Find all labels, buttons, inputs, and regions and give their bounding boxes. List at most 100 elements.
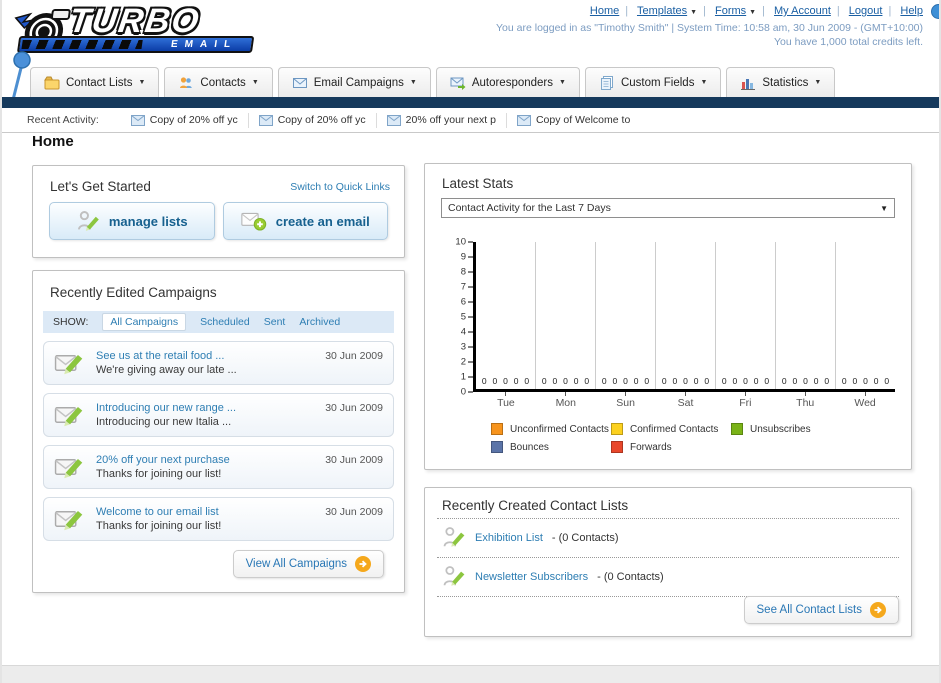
tab-autoresponders[interactable]: Autoresponders ▼: [435, 67, 580, 97]
see-all-contact-lists-button[interactable]: See All Contact Lists: [743, 596, 899, 624]
nav-separator: |: [703, 5, 706, 17]
filter-all-campaigns[interactable]: All Campaigns: [102, 313, 187, 331]
bar-value-label: 0: [612, 376, 618, 386]
nav-templates-link[interactable]: Templates ▼: [637, 5, 697, 17]
campaign-title-link[interactable]: 20% off your next purchase: [96, 454, 230, 466]
filter-sent[interactable]: Sent: [264, 316, 286, 328]
campaign-subtitle: Thanks for joining our list!: [96, 520, 222, 532]
contact-list-item[interactable]: Exhibition List - (0 Contacts): [437, 518, 899, 557]
chevron-down-icon: ▼: [251, 79, 259, 86]
contact-list-name-link[interactable]: Exhibition List: [475, 532, 543, 544]
nav-my-account-link[interactable]: My Account: [774, 5, 831, 17]
show-label: SHOW:: [53, 316, 89, 328]
nav-logout-link[interactable]: Logout: [849, 5, 883, 17]
y-tick: 5: [461, 312, 473, 323]
contact-lists-title: Recently Created Contact Lists: [442, 498, 629, 513]
contacts-icon: [178, 75, 194, 91]
x-axis-label: Wed: [835, 392, 895, 409]
tab-statistics[interactable]: Statistics ▼: [726, 67, 836, 97]
bar-value-label: 0: [683, 376, 688, 386]
recent-activity-item[interactable]: Copy of 20% off yc: [249, 112, 377, 128]
turbo-email-logo[interactable]: TURBO EMAIL: [6, 2, 275, 56]
contact-list-item[interactable]: Newsletter Subscribers - (0 Contacts): [437, 557, 899, 596]
contact-list-items: Exhibition List - (0 Contacts) Newslette…: [437, 518, 899, 597]
campaign-title-link[interactable]: See us at the retail food ...: [96, 350, 224, 362]
campaign-item[interactable]: Welcome to our email list Thanks for joi…: [43, 497, 394, 541]
switch-to-quick-links[interactable]: Switch to Quick Links: [290, 181, 390, 193]
bar-value-label: 0: [852, 376, 858, 386]
legend-item: Unsubscribes: [731, 423, 891, 435]
campaign-subtitle: We're giving away our late ...: [96, 364, 237, 376]
tab-contact-lists[interactable]: Contact Lists ▼: [30, 67, 160, 97]
chart-day-group: 00000: [535, 242, 595, 389]
legend-swatch: [611, 441, 623, 453]
chart-day-group: 00000: [655, 242, 715, 389]
x-axis-label: Sun: [596, 392, 656, 409]
bar-value-label: 0: [813, 376, 819, 386]
campaign-title-link[interactable]: Introducing our new range ...: [96, 402, 236, 414]
chart-plot-area: 00000000000000000000000000000000000: [473, 242, 895, 392]
bar-value-label: 0: [803, 376, 808, 386]
tab-custom-fields[interactable]: Custom Fields ▼: [584, 67, 722, 97]
y-tick: 0: [461, 387, 473, 398]
chart-day-group: 00000: [595, 242, 655, 389]
bar-value-label: 0: [732, 376, 738, 386]
help-bubble-icon[interactable]: [931, 4, 939, 19]
tab-email-campaigns[interactable]: Email Campaigns ▼: [277, 67, 431, 97]
nav-separator: |: [836, 5, 840, 17]
contact-list-name-link[interactable]: Newsletter Subscribers: [475, 571, 588, 583]
create-an-email-button[interactable]: create an email: [222, 202, 388, 240]
filter-scheduled[interactable]: Scheduled: [200, 316, 250, 328]
filter-archived[interactable]: Archived: [299, 316, 340, 328]
bar-value-label: 0: [481, 376, 487, 386]
campaign-title-link[interactable]: Welcome to our email list: [96, 506, 219, 518]
campaign-date: 30 Jun 2009: [325, 402, 383, 414]
view-all-campaigns-button[interactable]: View All Campaigns: [232, 550, 384, 578]
x-axis-label: Thu: [775, 392, 835, 409]
chart-y-axis: 10 9 8 7 6 5 4 3 2 1 0: [447, 237, 473, 398]
manage-lists-button[interactable]: manage lists: [49, 202, 215, 240]
chart-x-labels: Tue Mon Sun Sat Fri Thu Wed: [476, 392, 895, 409]
y-tick: 1: [461, 372, 473, 383]
envelope-plus-icon: [241, 210, 267, 232]
envelope-icon: [258, 114, 273, 126]
bar-value-label: 0: [601, 376, 607, 386]
bar-chart-icon: [740, 75, 756, 91]
chart-day-group: 00000: [775, 242, 835, 389]
bar-value-label: 0: [563, 376, 568, 386]
tab-contacts[interactable]: Contacts ▼: [164, 67, 273, 97]
campaign-item[interactable]: See us at the retail food ... We're givi…: [43, 341, 394, 385]
contact-list-count: - (0 Contacts): [551, 532, 619, 544]
nav-forms-link[interactable]: Forms ▼: [715, 5, 756, 17]
envelope-pencil-icon: [54, 454, 86, 480]
envelope-pencil-icon: [54, 402, 86, 428]
envelope-icon: [516, 114, 531, 126]
stats-report-select[interactable]: Contact Activity for the Last 7 Days ▼: [441, 198, 895, 218]
bar-value-label: 0: [704, 376, 710, 386]
recent-activity-item[interactable]: Copy of Welcome to: [507, 113, 640, 128]
nav-separator: |: [762, 5, 765, 17]
bar-value-label: 0: [721, 376, 727, 386]
bar-value-label: 0: [672, 376, 678, 386]
legend-item: Unconfirmed Contacts: [491, 423, 611, 435]
y-tick: 8: [461, 267, 473, 278]
bar-value-label: 0: [693, 376, 699, 386]
bar-value-label: 0: [623, 376, 628, 386]
recent-activity-item[interactable]: Copy of 20% off yc: [121, 112, 249, 128]
bar-value-label: 0: [644, 376, 650, 386]
nav-home-link[interactable]: Home: [590, 5, 619, 17]
campaign-item[interactable]: 20% off your next purchase Thanks for jo…: [43, 445, 394, 489]
legend-swatch: [611, 423, 623, 435]
nav-help-link[interactable]: Help: [900, 5, 923, 17]
recent-activity-item[interactable]: 20% off your next p: [377, 112, 507, 128]
x-axis-label: Sat: [656, 392, 716, 409]
nav-separator: |: [625, 5, 629, 17]
campaign-subtitle: Introducing our new Italia ...: [96, 416, 232, 428]
y-tick: 2: [461, 357, 473, 368]
bar-value-label: 0: [841, 376, 847, 386]
chevron-down-icon: ▼: [749, 9, 757, 16]
person-pencil-icon: [76, 209, 100, 233]
x-axis-label: Mon: [536, 392, 596, 409]
legend-swatch: [491, 423, 503, 435]
campaign-item[interactable]: Introducing our new range ... Introducin…: [43, 393, 394, 437]
